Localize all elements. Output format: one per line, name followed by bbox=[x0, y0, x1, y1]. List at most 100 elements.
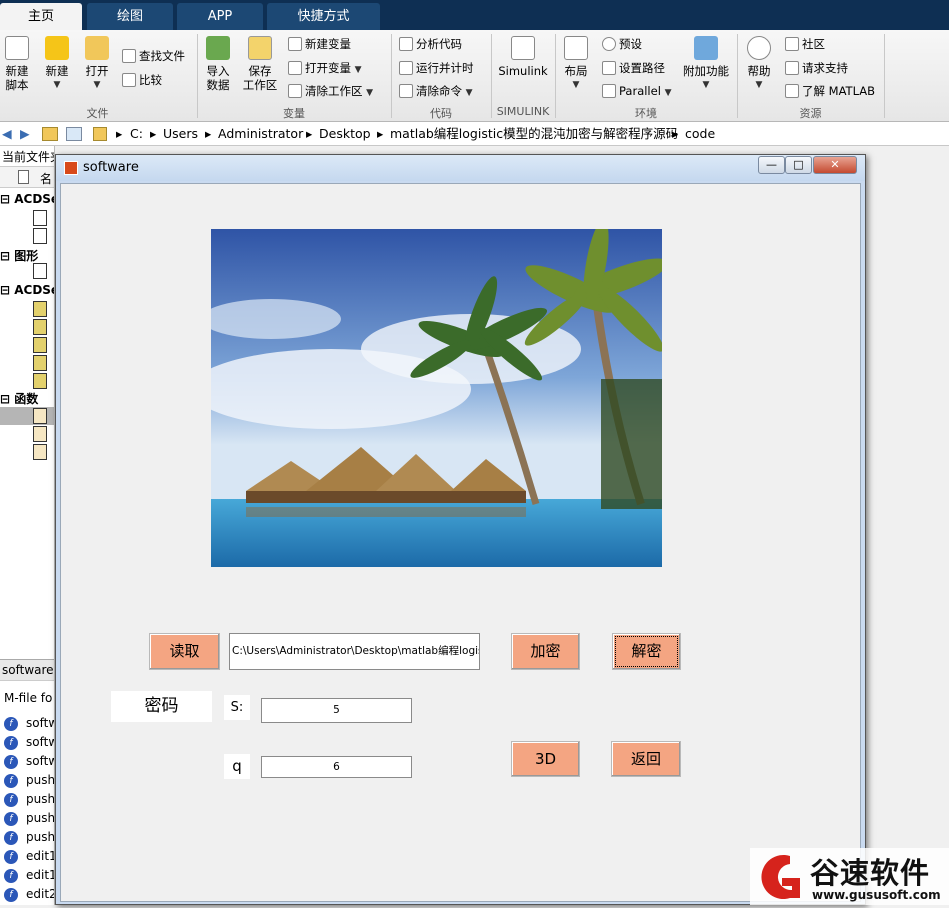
q-label: q bbox=[224, 754, 250, 779]
path-segment-users[interactable]: Users bbox=[163, 122, 198, 146]
group-functions[interactable]: ⊟ 函数 bbox=[0, 390, 38, 407]
community-button[interactable]: 社区 bbox=[785, 34, 825, 54]
find-files-button[interactable]: 查找文件 bbox=[122, 46, 185, 66]
s-parameter-field[interactable]: 5 bbox=[261, 698, 412, 723]
matlab-icon bbox=[64, 161, 78, 175]
file-path-field[interactable]: C:\Users\Administrator\Desktop\matlab编程l… bbox=[229, 633, 480, 670]
learn-matlab-button[interactable]: 了解 MATLAB bbox=[785, 81, 875, 101]
group-label-environment: 环境 bbox=[635, 107, 657, 120]
gear-icon bbox=[602, 37, 616, 51]
path-segment-project[interactable]: matlab编程logistic模型的混沌加密与解密程序源码 bbox=[390, 122, 678, 146]
learn-matlab-icon bbox=[785, 84, 799, 98]
help-icon bbox=[747, 36, 771, 60]
new-script-button[interactable]: 新建 脚本 bbox=[3, 36, 31, 92]
q-parameter-field[interactable]: 6 bbox=[261, 756, 412, 778]
layout-button[interactable]: 布局 ▼ bbox=[560, 36, 592, 92]
function-item[interactable]: edit1 bbox=[26, 849, 54, 863]
function-icon: f bbox=[4, 774, 18, 788]
addons-button[interactable]: 附加功能 ▼ bbox=[683, 36, 729, 92]
group-label-code: 代码 bbox=[430, 107, 452, 120]
group-figures[interactable]: ⊟ 图形 bbox=[0, 247, 38, 264]
function-item[interactable]: softw bbox=[26, 716, 54, 730]
function-item[interactable]: softw bbox=[26, 754, 54, 768]
maximize-button[interactable]: □ bbox=[785, 156, 812, 174]
group-acdsee-2[interactable]: ⊟ ACDSe bbox=[0, 283, 54, 297]
help-button[interactable]: 帮助 ▼ bbox=[744, 36, 774, 92]
tab-plots[interactable]: 绘图 bbox=[87, 3, 173, 30]
function-item[interactable]: push bbox=[26, 830, 54, 844]
3d-button[interactable]: 3D bbox=[511, 741, 580, 777]
group-label-simulink: SIMULINK bbox=[496, 105, 550, 118]
open-variable-button[interactable]: 打开变量 ▼ bbox=[288, 58, 362, 78]
simulink-button[interactable]: Simulink bbox=[497, 36, 549, 78]
back-icon[interactable]: ◀ bbox=[2, 122, 12, 146]
new-variable-button[interactable]: 新建变量 bbox=[288, 34, 351, 54]
mfile-label: M-file fo bbox=[4, 691, 53, 705]
import-icon bbox=[206, 36, 230, 60]
tab-shortcuts[interactable]: 快捷方式 bbox=[267, 3, 380, 30]
jpg-file-icon[interactable] bbox=[33, 355, 47, 371]
m-file-icon[interactable] bbox=[33, 426, 47, 442]
figure-title-bar[interactable]: software — □ ✕ bbox=[56, 155, 865, 181]
tab-home[interactable]: 主页 bbox=[0, 3, 82, 30]
function-icon: f bbox=[4, 831, 18, 845]
clear-workspace-button[interactable]: 清除工作区 ▼ bbox=[288, 81, 373, 101]
run-and-time-icon bbox=[399, 61, 413, 75]
preferences-button[interactable]: 预设 bbox=[602, 34, 642, 54]
function-item[interactable]: push bbox=[26, 773, 54, 787]
jpg-file-icon[interactable] bbox=[33, 301, 47, 317]
jpg-file-icon[interactable] bbox=[33, 337, 47, 353]
name-column-header[interactable]: 名 bbox=[40, 170, 52, 187]
back-button[interactable]: 返回 bbox=[611, 741, 681, 777]
path-segment-c[interactable]: C: bbox=[130, 122, 143, 146]
column-header: 名 bbox=[0, 166, 54, 188]
up-folder-icon[interactable] bbox=[42, 127, 58, 141]
layout-icon bbox=[564, 36, 588, 60]
ribbon-toolbar: 新建 脚本 新建 ▼ 打开 ▼ 查找文件 比较 文件 导入 数据 保存 工作区 … bbox=[0, 30, 949, 122]
new-script-icon bbox=[5, 36, 29, 60]
import-data-button[interactable]: 导入 数据 bbox=[204, 36, 232, 92]
new-button[interactable]: 新建 ▼ bbox=[42, 36, 72, 92]
ribbon-tab-bar: 主页 绘图 APP 快捷方式 bbox=[0, 0, 949, 30]
foliage bbox=[601, 379, 662, 509]
path-segment-desktop[interactable]: Desktop bbox=[319, 122, 371, 146]
set-path-button[interactable]: 设置路径 bbox=[602, 58, 665, 78]
forward-icon[interactable]: ▶ bbox=[20, 122, 30, 146]
browse-folder-icon[interactable] bbox=[66, 127, 82, 141]
minimize-button[interactable]: — bbox=[758, 156, 785, 174]
decrypt-button[interactable]: 解密 bbox=[612, 633, 681, 670]
read-button[interactable]: 读取 bbox=[149, 633, 220, 670]
details-title: software bbox=[2, 663, 54, 677]
path-segment-administrator[interactable]: Administrator bbox=[218, 122, 303, 146]
parallel-button[interactable]: Parallel ▼ bbox=[602, 81, 671, 101]
tab-apps[interactable]: APP bbox=[177, 3, 263, 30]
save-workspace-button[interactable]: 保存 工作区 bbox=[242, 36, 278, 92]
m-file-icon[interactable] bbox=[33, 444, 47, 460]
run-and-time-button[interactable]: 运行并计时 bbox=[399, 58, 474, 78]
request-support-button[interactable]: 请求支持 bbox=[785, 58, 848, 78]
figure-window: software — □ ✕ 读取 C:\Users\Administrator… bbox=[55, 154, 866, 905]
group-label-resources: 资源 bbox=[799, 107, 822, 120]
group-acdsee-1[interactable]: ⊟ ACDSe bbox=[0, 192, 54, 206]
jpg-file-icon[interactable] bbox=[33, 373, 47, 389]
function-item[interactable]: edit1 bbox=[26, 868, 54, 882]
function-item[interactable]: push bbox=[26, 792, 54, 806]
close-button[interactable]: ✕ bbox=[813, 156, 857, 174]
encrypt-button[interactable]: 加密 bbox=[511, 633, 580, 670]
fig-file-icon[interactable] bbox=[33, 263, 47, 279]
folder-icon bbox=[85, 36, 109, 60]
path-segment-code[interactable]: code bbox=[685, 122, 715, 146]
bmp-file-icon[interactable] bbox=[33, 210, 47, 226]
bmp-file-icon[interactable] bbox=[33, 228, 47, 244]
analyze-code-button[interactable]: 分析代码 bbox=[399, 34, 462, 54]
function-item[interactable]: edit2_Callback(hObject, ... bbox=[26, 887, 54, 901]
clear-commands-button[interactable]: 清除命令 ▼ bbox=[399, 81, 473, 101]
m-file-icon[interactable] bbox=[33, 408, 47, 424]
compare-button[interactable]: 比较 bbox=[122, 70, 162, 90]
figure-title: software bbox=[83, 160, 139, 175]
open-button[interactable]: 打开 ▼ bbox=[82, 36, 112, 92]
function-item[interactable]: push bbox=[26, 811, 54, 825]
community-icon bbox=[785, 37, 799, 51]
jpg-file-icon[interactable] bbox=[33, 319, 47, 335]
function-item[interactable]: softw bbox=[26, 735, 54, 749]
